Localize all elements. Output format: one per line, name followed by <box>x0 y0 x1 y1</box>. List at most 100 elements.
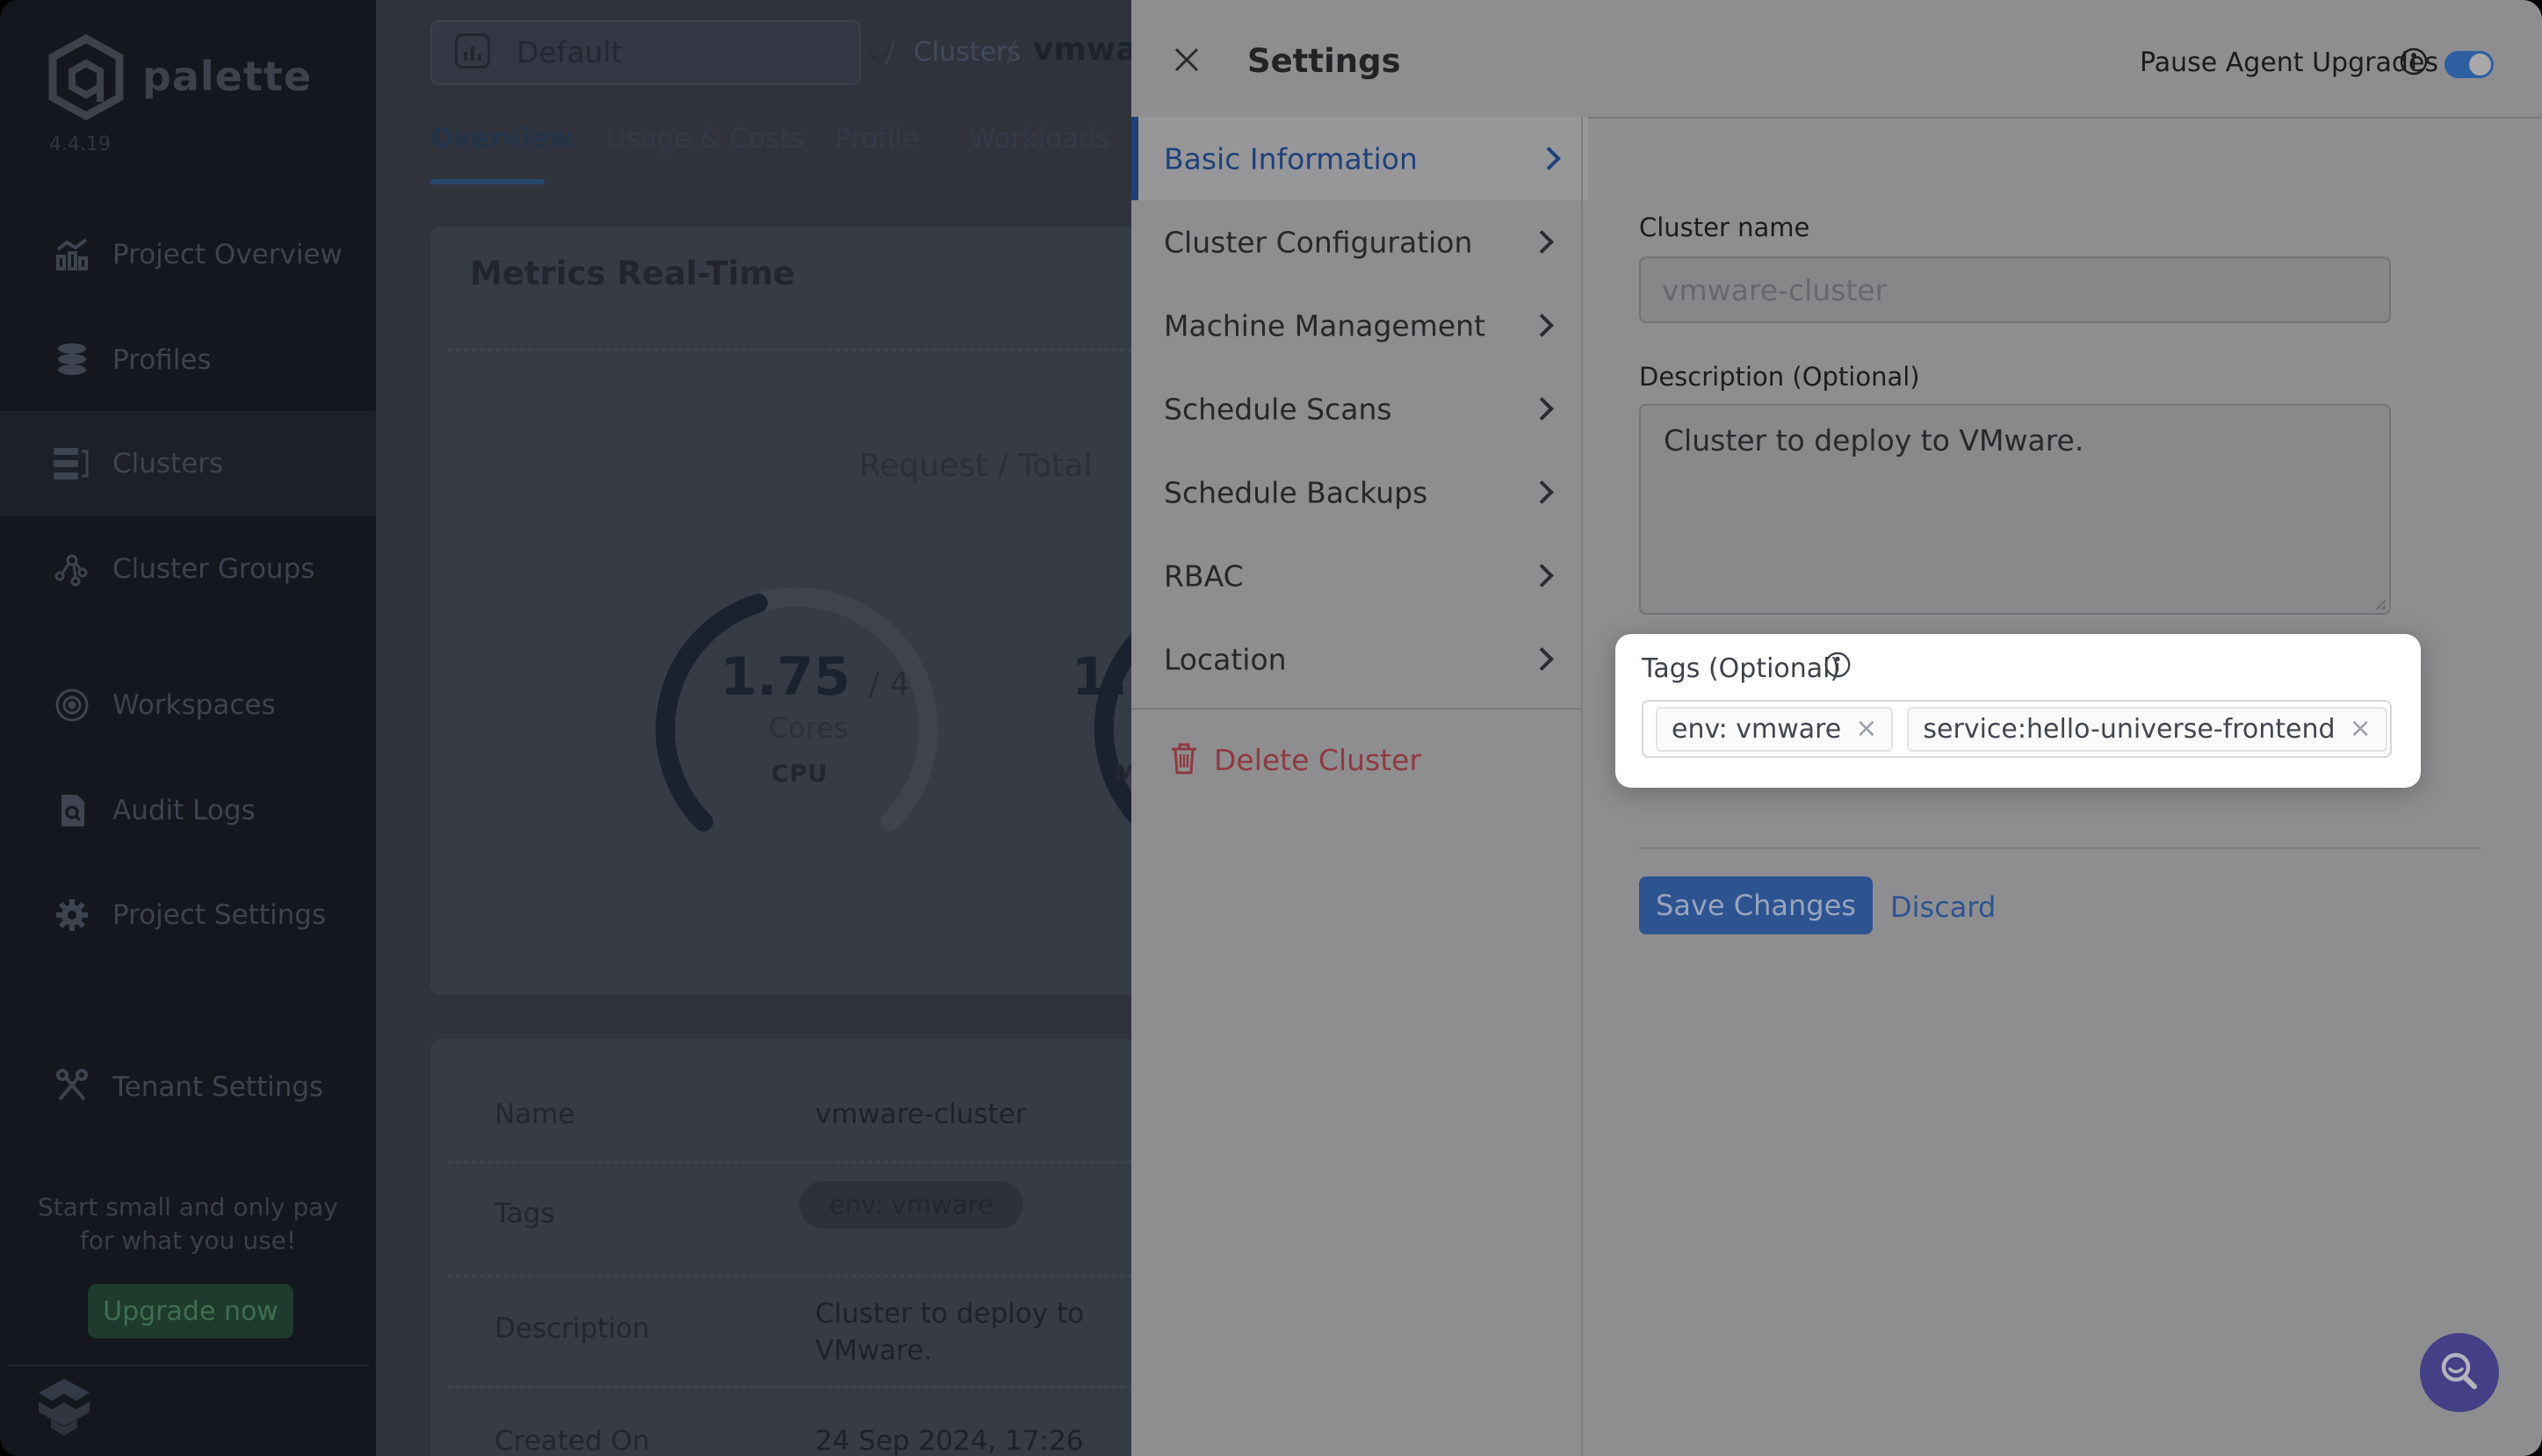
detail-value-description: Cluster to deploy to VMware. <box>815 1295 1114 1369</box>
magnifier-smile-icon <box>2435 1348 2484 1397</box>
sidebar: palette 4.4.19 Project Overview Profiles <box>0 0 376 1456</box>
delete-cluster-label: Delete Cluster <box>1214 743 1421 777</box>
pause-agent-upgrades-toggle[interactable] <box>2445 51 2494 78</box>
menu-item-label: Cluster Configuration <box>1164 225 1472 259</box>
tag-chip-env-vmware: env: vmware × <box>1656 707 1893 752</box>
remove-tag-icon[interactable]: × <box>1855 716 1877 742</box>
sidebar-item-profiles[interactable]: Profiles <box>0 307 376 413</box>
info-icon[interactable] <box>1823 650 1852 680</box>
sidebar-item-tenant-settings[interactable]: Tenant Settings <box>0 1034 376 1140</box>
chevron-right-icon <box>1537 147 1561 170</box>
server-icon <box>51 443 93 485</box>
project-selector[interactable]: Default <box>430 20 861 85</box>
sidebar-footer-divider <box>7 1365 369 1366</box>
chevron-right-icon <box>1530 564 1554 587</box>
chevron-right-icon <box>1530 314 1554 337</box>
info-icon[interactable] <box>2398 46 2430 77</box>
settings-title: Settings <box>1247 42 1401 80</box>
sidebar-footer: spectro cloud <box>0 1370 376 1449</box>
project-icon <box>455 33 490 68</box>
close-icon[interactable] <box>1170 40 1209 79</box>
cpu-total: / 4 <box>869 667 909 703</box>
chevron-right-icon <box>1530 230 1554 254</box>
menu-item-label: Location <box>1164 642 1287 676</box>
menu-item-label: Machine Management <box>1164 308 1485 342</box>
tag-text: env: vmware <box>1672 714 1841 745</box>
remove-tag-icon[interactable]: × <box>2350 716 2372 742</box>
help-search-fab[interactable] <box>2420 1333 2499 1412</box>
menu-item-label: Basic Information <box>1164 141 1418 176</box>
target-icon <box>51 684 93 726</box>
gear-icon <box>51 894 93 936</box>
tags-optional-label: Tags (Optional) <box>1642 653 1840 684</box>
upsell-text-line2: for what you use! <box>0 1226 376 1255</box>
resize-handle[interactable] <box>2372 595 2386 609</box>
menu-divider <box>1131 708 1581 710</box>
discard-button[interactable]: Discard <box>1890 890 1996 924</box>
app-window: palette 4.4.19 Project Overview Profiles <box>0 0 2542 1456</box>
trash-icon <box>1168 741 1200 776</box>
menu-item-basic-information[interactable]: Basic Information <box>1131 117 1588 200</box>
description-label: Description (Optional) <box>1639 362 1920 392</box>
delete-cluster-button[interactable]: Delete Cluster <box>1131 720 1581 801</box>
palette-logo-icon <box>46 33 126 121</box>
sidebar-item-project-overview[interactable]: Project Overview <box>0 202 376 307</box>
spectro-cloud-logo-icon <box>35 1377 93 1442</box>
tab-workloads[interactable]: Workloads <box>969 123 1110 155</box>
cluster-name-label: Cluster name <box>1639 213 1809 242</box>
menu-item-cluster-configuration[interactable]: Cluster Configuration <box>1131 200 1581 284</box>
tools-icon <box>51 1066 93 1108</box>
upsell-text-line1: Start small and only pay <box>0 1193 376 1222</box>
project-selector-value: Default <box>516 35 623 69</box>
detail-label-name: Name <box>495 1099 574 1130</box>
tab-profile[interactable]: Profile <box>834 123 919 155</box>
upgrade-now-button[interactable]: Upgrade now <box>88 1284 293 1338</box>
menu-item-location[interactable]: Location <box>1131 617 1581 701</box>
detail-value-name: vmware-cluster <box>815 1099 1027 1130</box>
tag-chip-service-hello-universe-frontend: service:hello-universe-frontend × <box>1907 707 2387 752</box>
detail-label-created-on: Created On <box>495 1425 650 1456</box>
metrics-legend: Request / Total <box>859 448 1092 484</box>
description-textarea[interactable]: Cluster to deploy to VMware. <box>1639 404 2391 615</box>
sidebar-item-label: Project Settings <box>112 899 326 931</box>
sidebar-item-project-settings[interactable]: Project Settings <box>0 862 376 968</box>
sidebar-item-clusters[interactable]: Clusters <box>0 411 376 516</box>
breadcrumb-clusters-link[interactable]: Clusters <box>914 37 1021 68</box>
save-changes-button[interactable]: Save Changes <box>1639 876 1873 934</box>
tab-usage-costs[interactable]: Usage & Costs <box>606 123 805 155</box>
pause-agent-upgrades-label: Pause Agent Upgrades <box>2140 47 2438 78</box>
detail-label-tags: Tags <box>495 1198 555 1229</box>
sidebar-item-audit-logs[interactable]: Audit Logs <box>0 758 376 863</box>
nodes-icon <box>51 548 93 590</box>
toggle-knob <box>2469 54 2491 76</box>
settings-header: Settings Pause Agent Upgrades <box>1131 0 2542 119</box>
description-value: Cluster to deploy to VMware. <box>1664 423 2083 458</box>
cpu-used: 1.75 <box>720 646 850 708</box>
breadcrumb-separator: / <box>885 35 895 68</box>
menu-item-machine-management[interactable]: Machine Management <box>1131 284 1581 367</box>
detail-label-description: Description <box>495 1313 650 1344</box>
cpu-gauge-unit: Cores <box>769 711 849 745</box>
database-icon <box>51 339 93 381</box>
app-logo-text: palette <box>142 53 312 100</box>
sidebar-item-label: Project Overview <box>112 239 343 270</box>
menu-item-schedule-scans[interactable]: Schedule Scans <box>1131 367 1581 450</box>
breadcrumb-separator: / <box>1007 35 1016 68</box>
sidebar-item-cluster-groups[interactable]: Cluster Groups <box>0 516 376 622</box>
settings-menu: Basic Information Cluster Configuration … <box>1131 117 1581 701</box>
tags-section-spotlight: Tags (Optional) env: vmware × service:he… <box>1615 634 2421 788</box>
sidebar-item-workspaces[interactable]: Workspaces <box>0 652 376 758</box>
menu-item-rbac[interactable]: RBAC <box>1131 534 1581 617</box>
detail-value-created-on: 24 Sep 2024, 17:26 <box>815 1425 1084 1456</box>
active-tab-indicator <box>430 179 545 184</box>
doc-search-icon <box>51 789 93 832</box>
menu-item-label: Schedule Backups <box>1164 475 1427 509</box>
app-version: 4.4.19 <box>49 133 111 155</box>
cpu-gauge-value: 1.75 / 4 <box>720 646 909 708</box>
menu-item-schedule-backups[interactable]: Schedule Backups <box>1131 450 1581 534</box>
form-divider <box>1639 847 2481 849</box>
cluster-name-input[interactable] <box>1639 256 2391 323</box>
menu-item-label: Schedule Scans <box>1164 392 1392 426</box>
tags-input[interactable]: env: vmware × service:hello-universe-fro… <box>1642 700 2392 758</box>
tab-overview[interactable]: Overview <box>430 123 574 155</box>
